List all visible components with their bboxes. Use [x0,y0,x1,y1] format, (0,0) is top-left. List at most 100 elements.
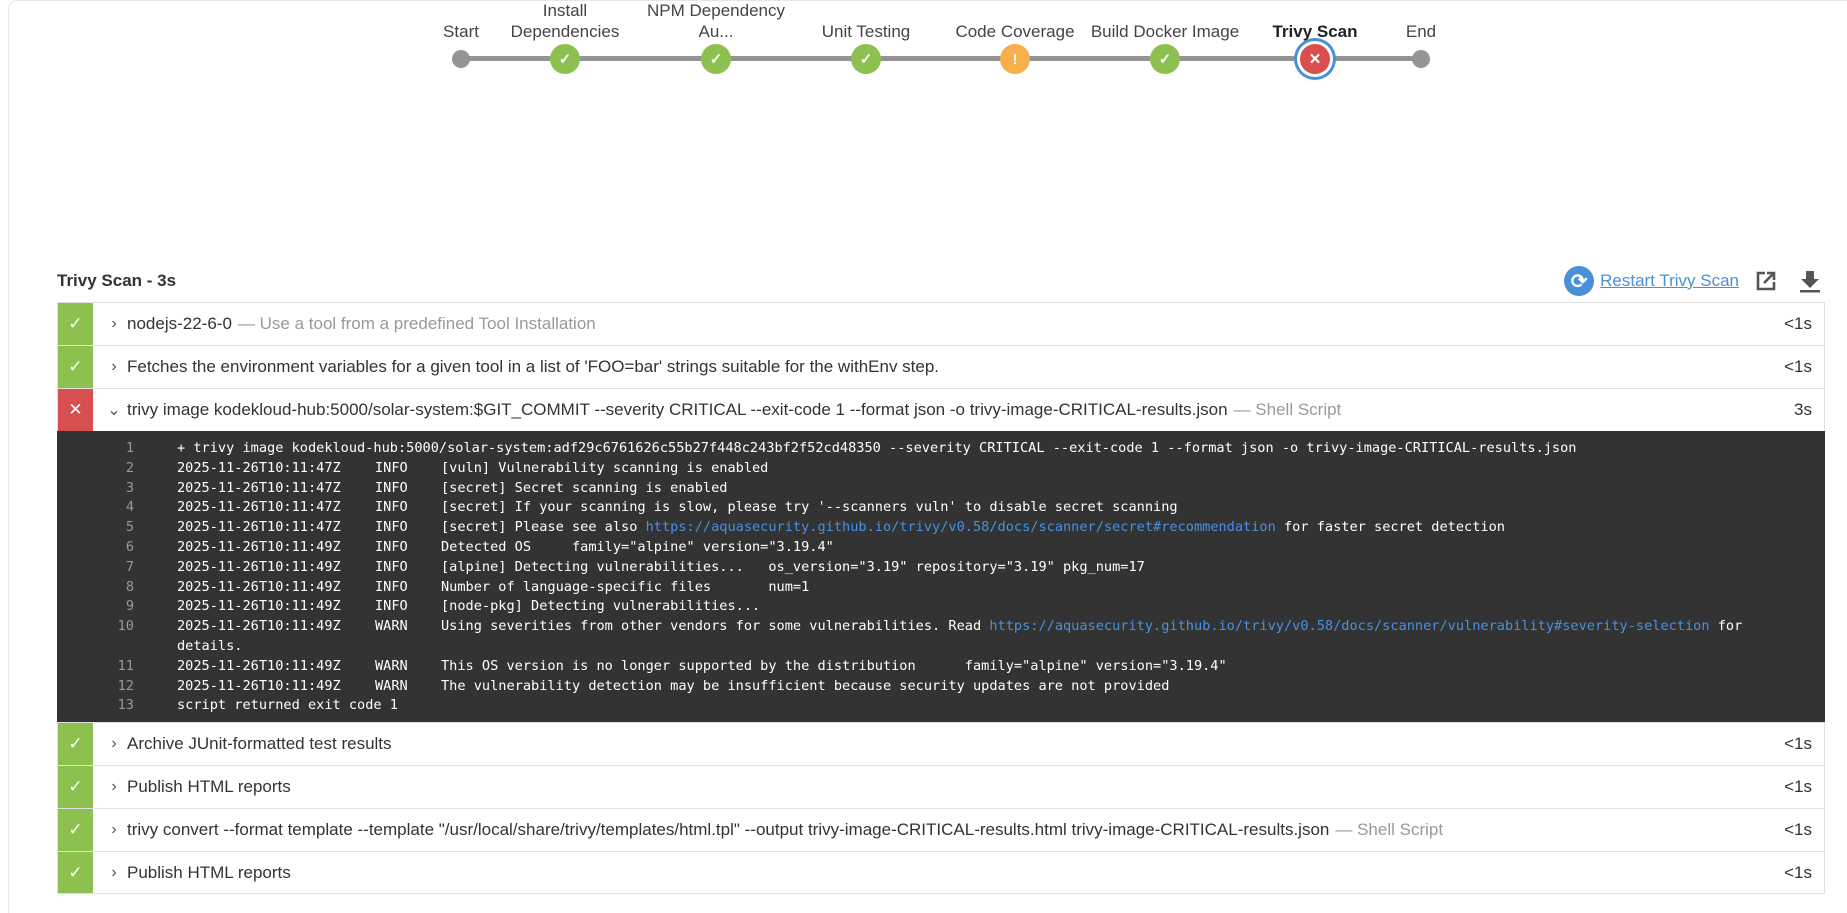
restart-stage-button[interactable]: ⟳ Restart Trivy Scan [1564,266,1739,296]
log-content: 2025-11-26T10:11:49Z INFO [node-pkg] Detec… [177,597,1812,617]
chevron-right-icon[interactable]: › [101,864,127,882]
log-message: [node-pkg] Detecting vulnerabilities... [441,598,761,615]
step-row[interactable]: ✓ › nodejs-22-6-0 — Use a tool from a pre… [57,302,1825,345]
line-number[interactable]: 12 [58,677,134,697]
log-level: INFO [375,519,408,536]
log-content: + trivy image kodekloud-hub:5000/solar-s… [177,439,1812,459]
chevron-right-icon[interactable]: › [101,821,127,839]
log-level: INFO [375,499,408,516]
log-line: 9 2025-11-26T10:11:49Z INFO [node-pkg] Dete… [58,597,1825,617]
stage-node-start[interactable] [452,50,470,68]
chevron-right-icon[interactable]: › [101,778,127,796]
open-log-button[interactable] [1749,266,1783,296]
stage-label[interactable]: Build Docker Image [1090,0,1240,42]
log-timestamp: 2025-11-26T10:11:47Z [177,499,341,516]
step-command: Publish HTML reports [127,777,291,797]
step-row[interactable]: ✕ ⌄ trivy image kodekloud-hub:5000/solar… [57,388,1825,431]
stage-label[interactable]: End [1346,0,1496,42]
step-label: Publish HTML reports [127,777,1784,797]
step-label: Publish HTML reports [127,863,1784,883]
line-number[interactable]: 7 [58,558,134,578]
log-line: 2 2025-11-26T10:11:47Z INFO [vuln] Vulnerab… [58,459,1825,479]
step-status: ✓ [58,852,93,894]
step-status: ✓ [58,766,93,809]
stage-node-success[interactable]: ✓ [701,44,731,74]
step-status: ✓ [58,723,93,766]
step-description: — Use a tool from a predefined Tool Inst… [237,314,596,333]
stage-node-failed[interactable]: ✕ [1300,44,1330,74]
chevron-right-icon[interactable]: › [101,358,127,376]
stage-title: Trivy Scan - 3s [57,271,177,290]
log-line: 12 2025-11-26T10:11:49Z WARN The vulnerabil… [58,677,1825,697]
line-number[interactable]: 5 [58,518,134,538]
log-line: 1 + trivy image kodekloud-hub:5000/solar-… [58,439,1825,459]
step-row[interactable]: ✓ › trivy convert --format template --te… [57,808,1825,852]
step-list: ✓ › nodejs-22-6-0 — Use a tool from a pre… [57,302,1825,895]
step-row[interactable]: ✓ › Archive JUnit-formatted test results… [57,722,1825,766]
step-label: trivy convert --format template --templa… [127,820,1784,840]
step-status: ✕ [58,389,93,431]
line-number[interactable]: 13 [58,696,134,716]
step-label: nodejs-22-6-0 — Use a tool from a predefi… [127,314,1784,334]
step-command: Archive JUnit-formatted test results [127,734,392,754]
log-content: 2025-11-26T10:11:49Z INFO Detected OS fami… [177,538,1812,558]
check-icon: ✓ [1158,51,1172,68]
step-label: Fetches the environment variables for a … [127,357,1784,377]
log-level: INFO [375,598,408,615]
refresh-icon: ⟳ [1564,266,1595,296]
console-log: 1 + trivy image kodekloud-hub:5000/solar-… [57,431,1825,723]
step-duration: <1s [1784,777,1812,797]
line-number[interactable]: 2 [58,459,134,479]
step-row[interactable]: ✓ › Fetches the environment variables fo… [57,345,1825,388]
log-line: 7 2025-11-26T10:11:49Z INFO [alpine] Detect… [58,558,1825,578]
log-timestamp: 2025-11-26T10:11:47Z [177,479,341,496]
step-description: — Shell Script [1233,400,1342,419]
log-content: 2025-11-26T10:11:47Z INFO [secret] Secret … [177,479,1812,499]
stage-node-success[interactable]: ✓ [550,44,580,74]
external-link-icon [1756,271,1776,291]
log-link[interactable]: https://aquasecurity.github.io/trivy/v0.… [989,618,1709,634]
stage-node-success[interactable]: ✓ [1150,44,1180,74]
chevron-right-icon[interactable]: › [101,735,127,753]
step-status: ✓ [58,303,93,345]
log-message: script returned exit code 1 [177,697,398,714]
step-status: ✓ [58,346,93,388]
step-command: trivy image kodekloud-hub:5000/solar-sys… [127,400,1228,419]
log-timestamp: 2025-11-26T10:11:49Z [177,618,341,635]
step-label: trivy image kodekloud-hub:5000/solar-sys… [127,400,1794,420]
x-icon: ✕ [68,400,83,419]
line-number[interactable]: 1 [58,439,134,459]
line-number[interactable]: 3 [58,479,134,499]
stage-node-unstable[interactable]: ! [1000,44,1030,74]
line-number[interactable]: 9 [58,597,134,617]
step-row[interactable]: ✓ › Publish HTML reports <1s [57,765,1825,809]
log-link[interactable]: https://aquasecurity.github.io/trivy/v0.… [646,519,1276,535]
stage-label[interactable]: NPM Dependency Au... [641,0,791,42]
stage-label[interactable]: Code Coverage [940,0,1090,42]
step-row[interactable]: ✓ › Publish HTML reports <1s [57,851,1825,895]
step-duration: <1s [1784,734,1812,754]
log-message: Detected OS family="alpine" version="3.1… [441,538,834,555]
stage-actions: ⟳ Restart Trivy Scan [1564,266,1827,296]
download-log-button[interactable] [1793,266,1827,296]
stage-node-success[interactable]: ✓ [851,44,881,74]
stage-label[interactable]: Install Dependencies [490,0,640,42]
line-number[interactable]: 6 [58,538,134,558]
log-timestamp: 2025-11-26T10:11:49Z [177,598,341,615]
log-content: 2025-11-26T10:11:49Z WARN This OS version … [177,657,1812,677]
log-line: 3 2025-11-26T10:11:47Z INFO [secret] Secret… [58,479,1825,499]
log-line: 4 2025-11-26T10:11:47Z INFO [secret] If you… [58,498,1825,518]
check-icon: ✓ [68,734,83,754]
stage-label[interactable]: Unit Testing [791,0,941,42]
line-number[interactable]: 4 [58,498,134,518]
chevron-down-icon[interactable]: ⌄ [101,400,127,420]
line-number[interactable]: 8 [58,578,134,598]
line-number[interactable]: 10 [58,617,134,657]
log-line: 5 2025-11-26T10:11:47Z INFO [secret] Please… [58,518,1825,538]
stage-node-end[interactable] [1412,50,1430,68]
line-number[interactable]: 11 [58,657,134,677]
check-icon: ✓ [558,51,572,68]
log-level: INFO [375,558,408,575]
chevron-right-icon[interactable]: › [101,315,127,333]
step-description: — Shell Script [1335,820,1444,840]
